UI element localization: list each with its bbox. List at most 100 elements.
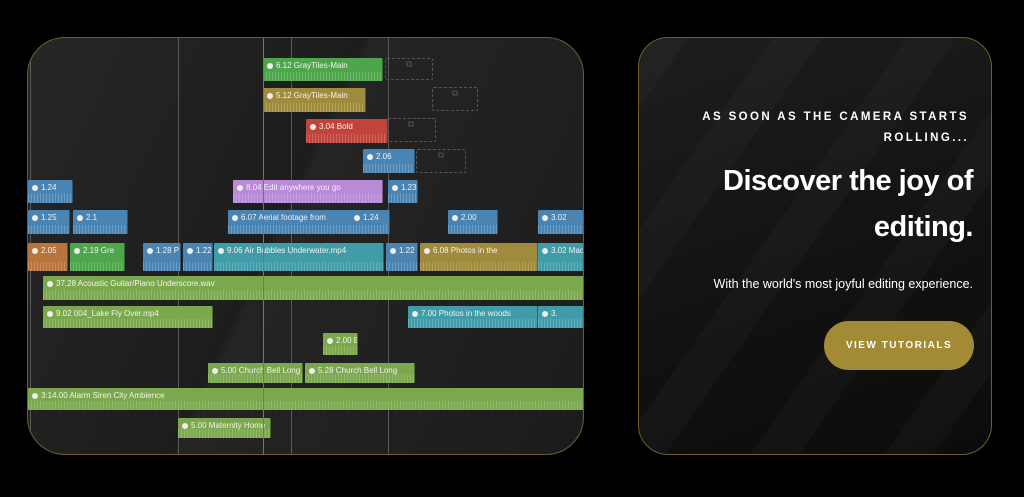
timeline-clip[interactable]: 1.24	[350, 210, 390, 234]
timeline-clip[interactable]: 9.02 004_Lake Fly Over.mp4	[43, 306, 213, 328]
timeline-clip[interactable]: 2.1	[73, 210, 128, 234]
clip-label: 2.05	[41, 246, 57, 255]
clip-label: 8.04 Edit anywhere you go	[246, 183, 341, 192]
clip-label: 7.00 Photos in the woods	[421, 309, 511, 318]
clip-type-icon	[32, 185, 38, 191]
clip-type-icon	[232, 215, 238, 221]
clip-type-icon	[310, 124, 316, 130]
clip-type-icon	[327, 338, 333, 344]
clip-type-icon	[147, 248, 153, 254]
timeline-preview: ⧉ ⧉ ⧉ ⧉ 6.12 GrayTiles-Main 5.12 GrayTile…	[27, 37, 584, 455]
timeline-clip[interactable]: 1.24	[28, 180, 73, 203]
clip-type-icon	[32, 248, 38, 254]
timeline-clip[interactable]: 5.12 GrayTiles-Main	[263, 88, 366, 112]
subtext: With the world's most joyful editing exp…	[713, 277, 973, 291]
timeline-clip[interactable]: 5.28 Church Bell Long	[305, 363, 415, 383]
clip-type-icon	[267, 63, 273, 69]
clip-type-icon	[390, 248, 396, 254]
timeline-clip[interactable]: 1.22	[183, 243, 213, 271]
timeline-clip[interactable]: 1.23	[388, 180, 418, 203]
clip-type-icon	[542, 311, 548, 317]
clip-label: 1.22	[399, 246, 415, 255]
clip-label: 1.23	[401, 183, 417, 192]
clip-label: 6.07 Aerial footage from	[241, 213, 326, 222]
clip-waveform	[214, 262, 383, 271]
timeline-clip[interactable]: 2.06	[363, 149, 415, 173]
clip-type-icon	[187, 248, 193, 254]
headline: Discover the joy of editing.	[723, 165, 973, 243]
timeline-clip[interactable]: 3.02 Mac	[538, 243, 584, 271]
clip-waveform	[448, 225, 497, 234]
clip-waveform	[43, 319, 212, 328]
eyebrow-text: AS SOON AS THE CAMERA STARTS ROLLING...	[702, 111, 969, 144]
clip-label: 3.02	[551, 213, 567, 222]
clip-waveform	[386, 262, 417, 271]
clip-waveform	[408, 319, 537, 328]
timeline-clip[interactable]: 5.00 Church Bell Long	[208, 363, 303, 383]
timeline-clip[interactable]: 2.00 Bi	[323, 333, 358, 355]
clip-waveform	[233, 194, 382, 203]
clip-type-icon	[47, 281, 53, 287]
clip-waveform	[143, 262, 180, 271]
clip-label: 2.00 Bi	[336, 336, 357, 345]
clip-label: 2.1	[86, 213, 98, 222]
timeline-clip[interactable]: 2.05	[28, 243, 68, 271]
timeline-clip[interactable]: 1.22	[386, 243, 418, 271]
clip-type-icon	[452, 215, 458, 221]
clip-waveform	[538, 319, 583, 328]
promo-card: AS SOON AS THE CAMERA STARTS ROLLING... …	[638, 37, 992, 455]
timeline-clip[interactable]: 6.12 GrayTiles-Main	[263, 58, 383, 81]
playhead[interactable]	[263, 38, 264, 454]
timeline-clip[interactable]: 1.28 P	[143, 243, 181, 271]
timeline-clip[interactable]: 5.00 Maternity Home	[178, 418, 271, 438]
clip-type-icon	[77, 215, 83, 221]
timeline-clip[interactable]: 8.04 Edit anywhere you go	[233, 180, 383, 203]
view-tutorials-button[interactable]: VIEW TUTORIALS	[824, 321, 974, 370]
clip-label: 1.24	[41, 183, 57, 192]
clip-waveform	[73, 225, 127, 234]
timeline-clip[interactable]: 9.06 Air Bubbles Underwater.mp4	[214, 243, 384, 271]
timeline-clip[interactable]: 3.04 Bold	[306, 119, 388, 143]
clip-type-icon	[237, 185, 243, 191]
clip-waveform	[263, 103, 365, 112]
clip-label: 3.	[551, 309, 558, 318]
clip-type-icon	[354, 215, 360, 221]
timeline-clip[interactable]: 37.28 Acoustic Guitar/Piano Underscore.w…	[43, 276, 583, 300]
timeline-clip[interactable]: 3.02	[538, 210, 583, 234]
clip-waveform	[306, 134, 387, 143]
timeline-clip[interactable]: 2.00	[448, 210, 498, 234]
clip-type-icon	[74, 248, 80, 254]
timeline-clip[interactable]: 3:14.00 Alarm Siren City Ambience	[28, 388, 583, 410]
clip-waveform	[43, 291, 583, 300]
clip-waveform	[350, 225, 389, 234]
clip-label: 6.12 GrayTiles-Main	[276, 61, 348, 70]
clip-label: 1.25	[41, 213, 57, 222]
clip-waveform	[538, 225, 583, 234]
clip-type-icon	[392, 185, 398, 191]
clip-waveform	[388, 194, 417, 203]
clip-waveform	[28, 194, 72, 203]
clip-waveform	[178, 429, 270, 438]
clip-label: 2.06	[376, 152, 392, 161]
timeline-clip[interactable]: 2.19 Gre	[70, 243, 125, 271]
clip-type-icon	[267, 93, 273, 99]
clip-label: 1.24	[363, 213, 379, 222]
timeline-clip[interactable]: 7.00 Photos in the woods	[408, 306, 538, 328]
clip-waveform	[28, 225, 69, 234]
clip-label: 3.02 Mac	[551, 246, 584, 255]
clip-label: 3:14.00 Alarm Siren City Ambience	[41, 391, 165, 400]
clip-waveform	[70, 262, 124, 271]
clip-waveform	[538, 262, 583, 271]
clip-type-icon	[424, 248, 430, 254]
clip-waveform	[323, 346, 357, 355]
clip-label: 2.00	[461, 213, 477, 222]
clip-label: 2.19 Gre	[83, 246, 115, 255]
timeline-clip[interactable]: 3.	[538, 306, 583, 328]
timeline-clip[interactable]: 1.25	[28, 210, 70, 234]
timeline-clip[interactable]: 6.08 Photos in the	[420, 243, 538, 271]
clip-waveform	[263, 72, 382, 81]
clip-label: 9.02 004_Lake Fly Over.mp4	[56, 309, 159, 318]
clip-waveform	[363, 164, 414, 173]
clip-label: 1.28 P	[156, 246, 180, 255]
clip-waveform	[208, 374, 302, 383]
